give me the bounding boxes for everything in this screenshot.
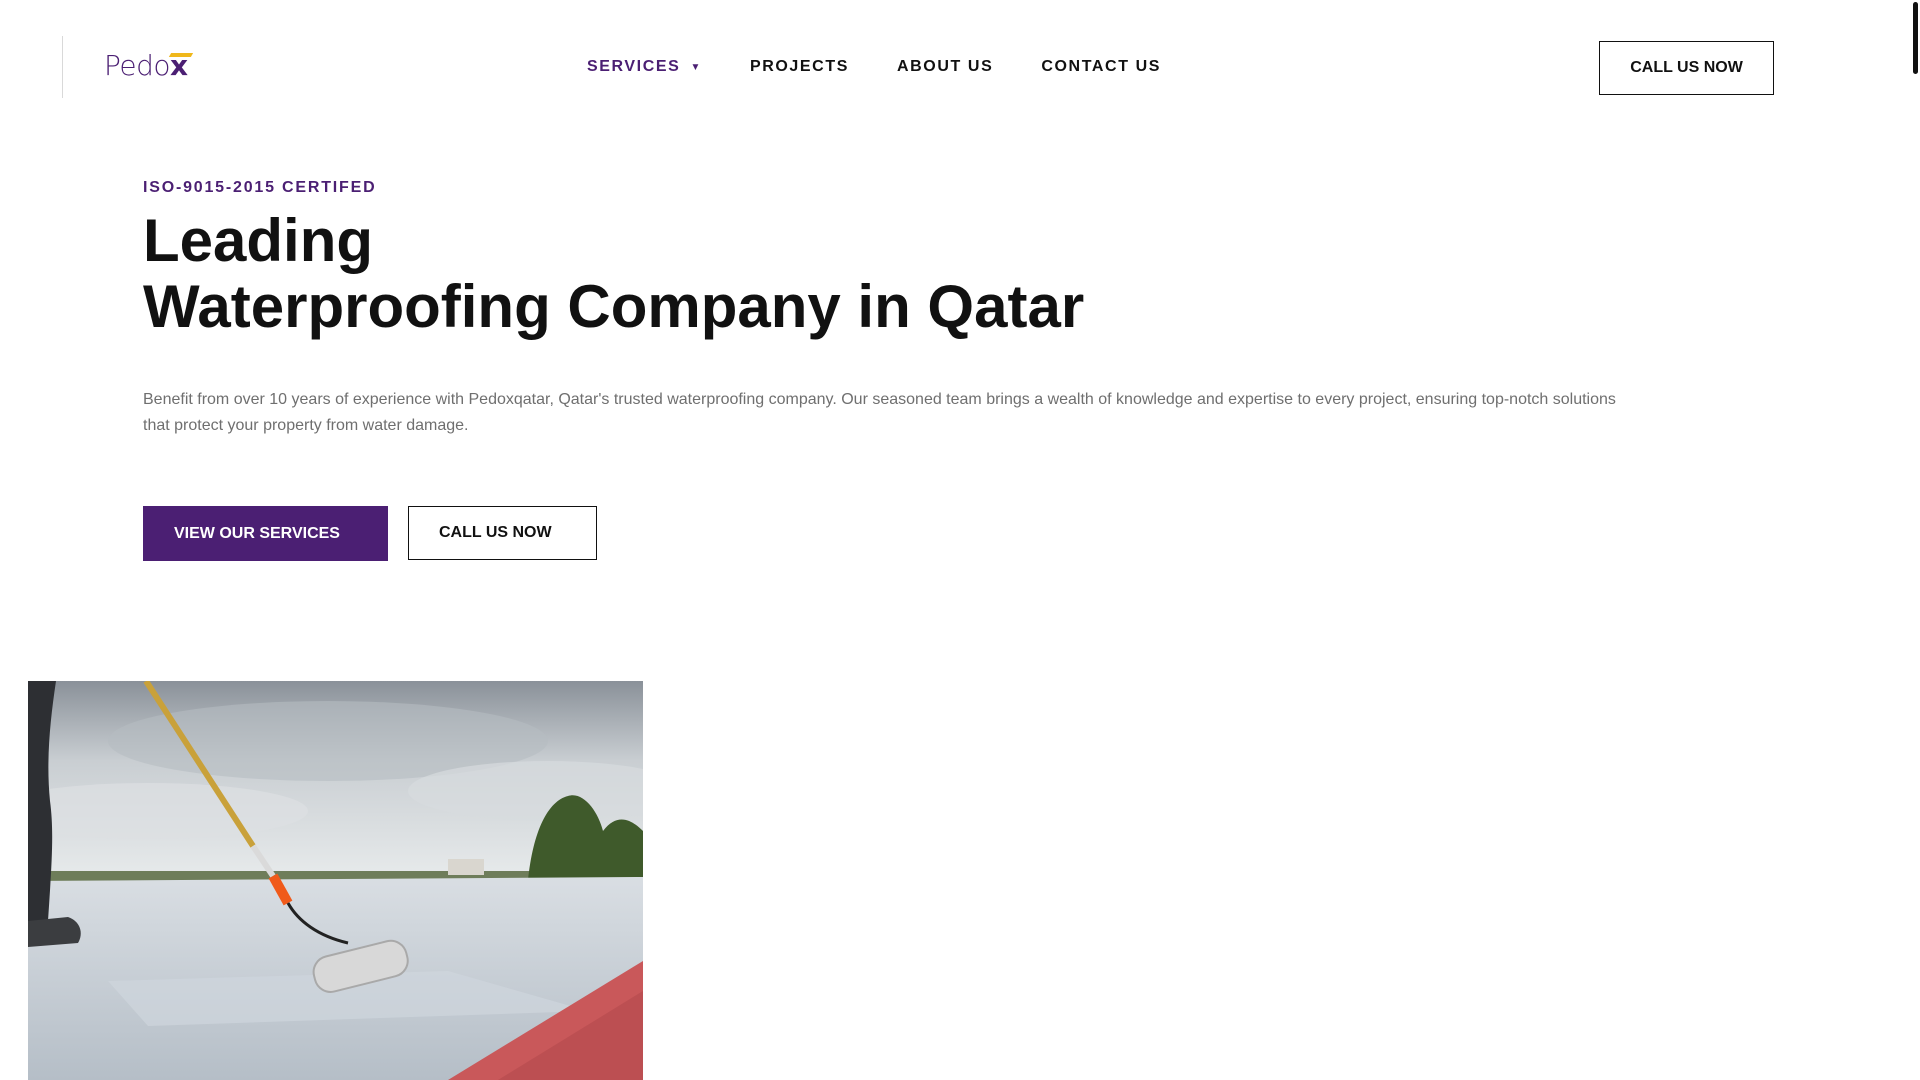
chevron-down-icon: ▼: [690, 61, 702, 73]
nav-item-label: PROJECTS: [749, 58, 849, 75]
nav-item-projects[interactable]: PROJECTS: [750, 58, 849, 76]
hero-title: Leading Waterproofing Company in Qatar: [143, 208, 1643, 340]
nav-item-label: ABOUT US: [896, 58, 994, 75]
scrollbar-thumb[interactable]: [1913, 2, 1918, 74]
roof-painting-photo-icon: [28, 681, 643, 1080]
logo-x-mark: x: [168, 50, 194, 82]
hero-title-line-1: Leading: [143, 207, 374, 274]
nav-item-label: SERVICES: [587, 58, 681, 75]
site-header: Pedo x SERVICES ▼ PROJECTS ABOUT US CONT…: [0, 0, 1920, 140]
hero-buttons: VIEW OUR SERVICES CALL US NOW: [143, 506, 597, 561]
brand-logo[interactable]: Pedo x: [104, 49, 194, 82]
nav-item-services[interactable]: SERVICES ▼: [587, 58, 702, 76]
hero-description: Benefit from over 10 years of experience…: [143, 391, 1616, 434]
logo-wordmark: Pedo: [104, 49, 171, 82]
certification-eyebrow: ISO-9015-2015 CERTIFED: [143, 179, 377, 196]
logo-divider: [62, 36, 63, 98]
call-us-button[interactable]: CALL US NOW: [408, 506, 597, 560]
roof-painting-image: [28, 681, 643, 1080]
hero-section: ISO-9015-2015 CERTIFED Leading Waterproo…: [143, 178, 1643, 439]
view-services-button[interactable]: VIEW OUR SERVICES: [143, 506, 388, 561]
logo-accent-stroke: [168, 53, 194, 57]
nav-item-about-us[interactable]: ABOUT US: [897, 58, 993, 76]
nav-item-contact-us[interactable]: CONTACT US: [1041, 58, 1161, 76]
main-nav: SERVICES ▼ PROJECTS ABOUT US CONTACT US: [587, 58, 1209, 76]
nav-item-label: CONTACT US: [1041, 58, 1162, 75]
hero-title-line-2: Waterproofing Company in Qatar: [143, 273, 1085, 340]
page-scrollbar[interactable]: [1910, 0, 1920, 1080]
header-call-button[interactable]: CALL US NOW: [1599, 41, 1774, 95]
